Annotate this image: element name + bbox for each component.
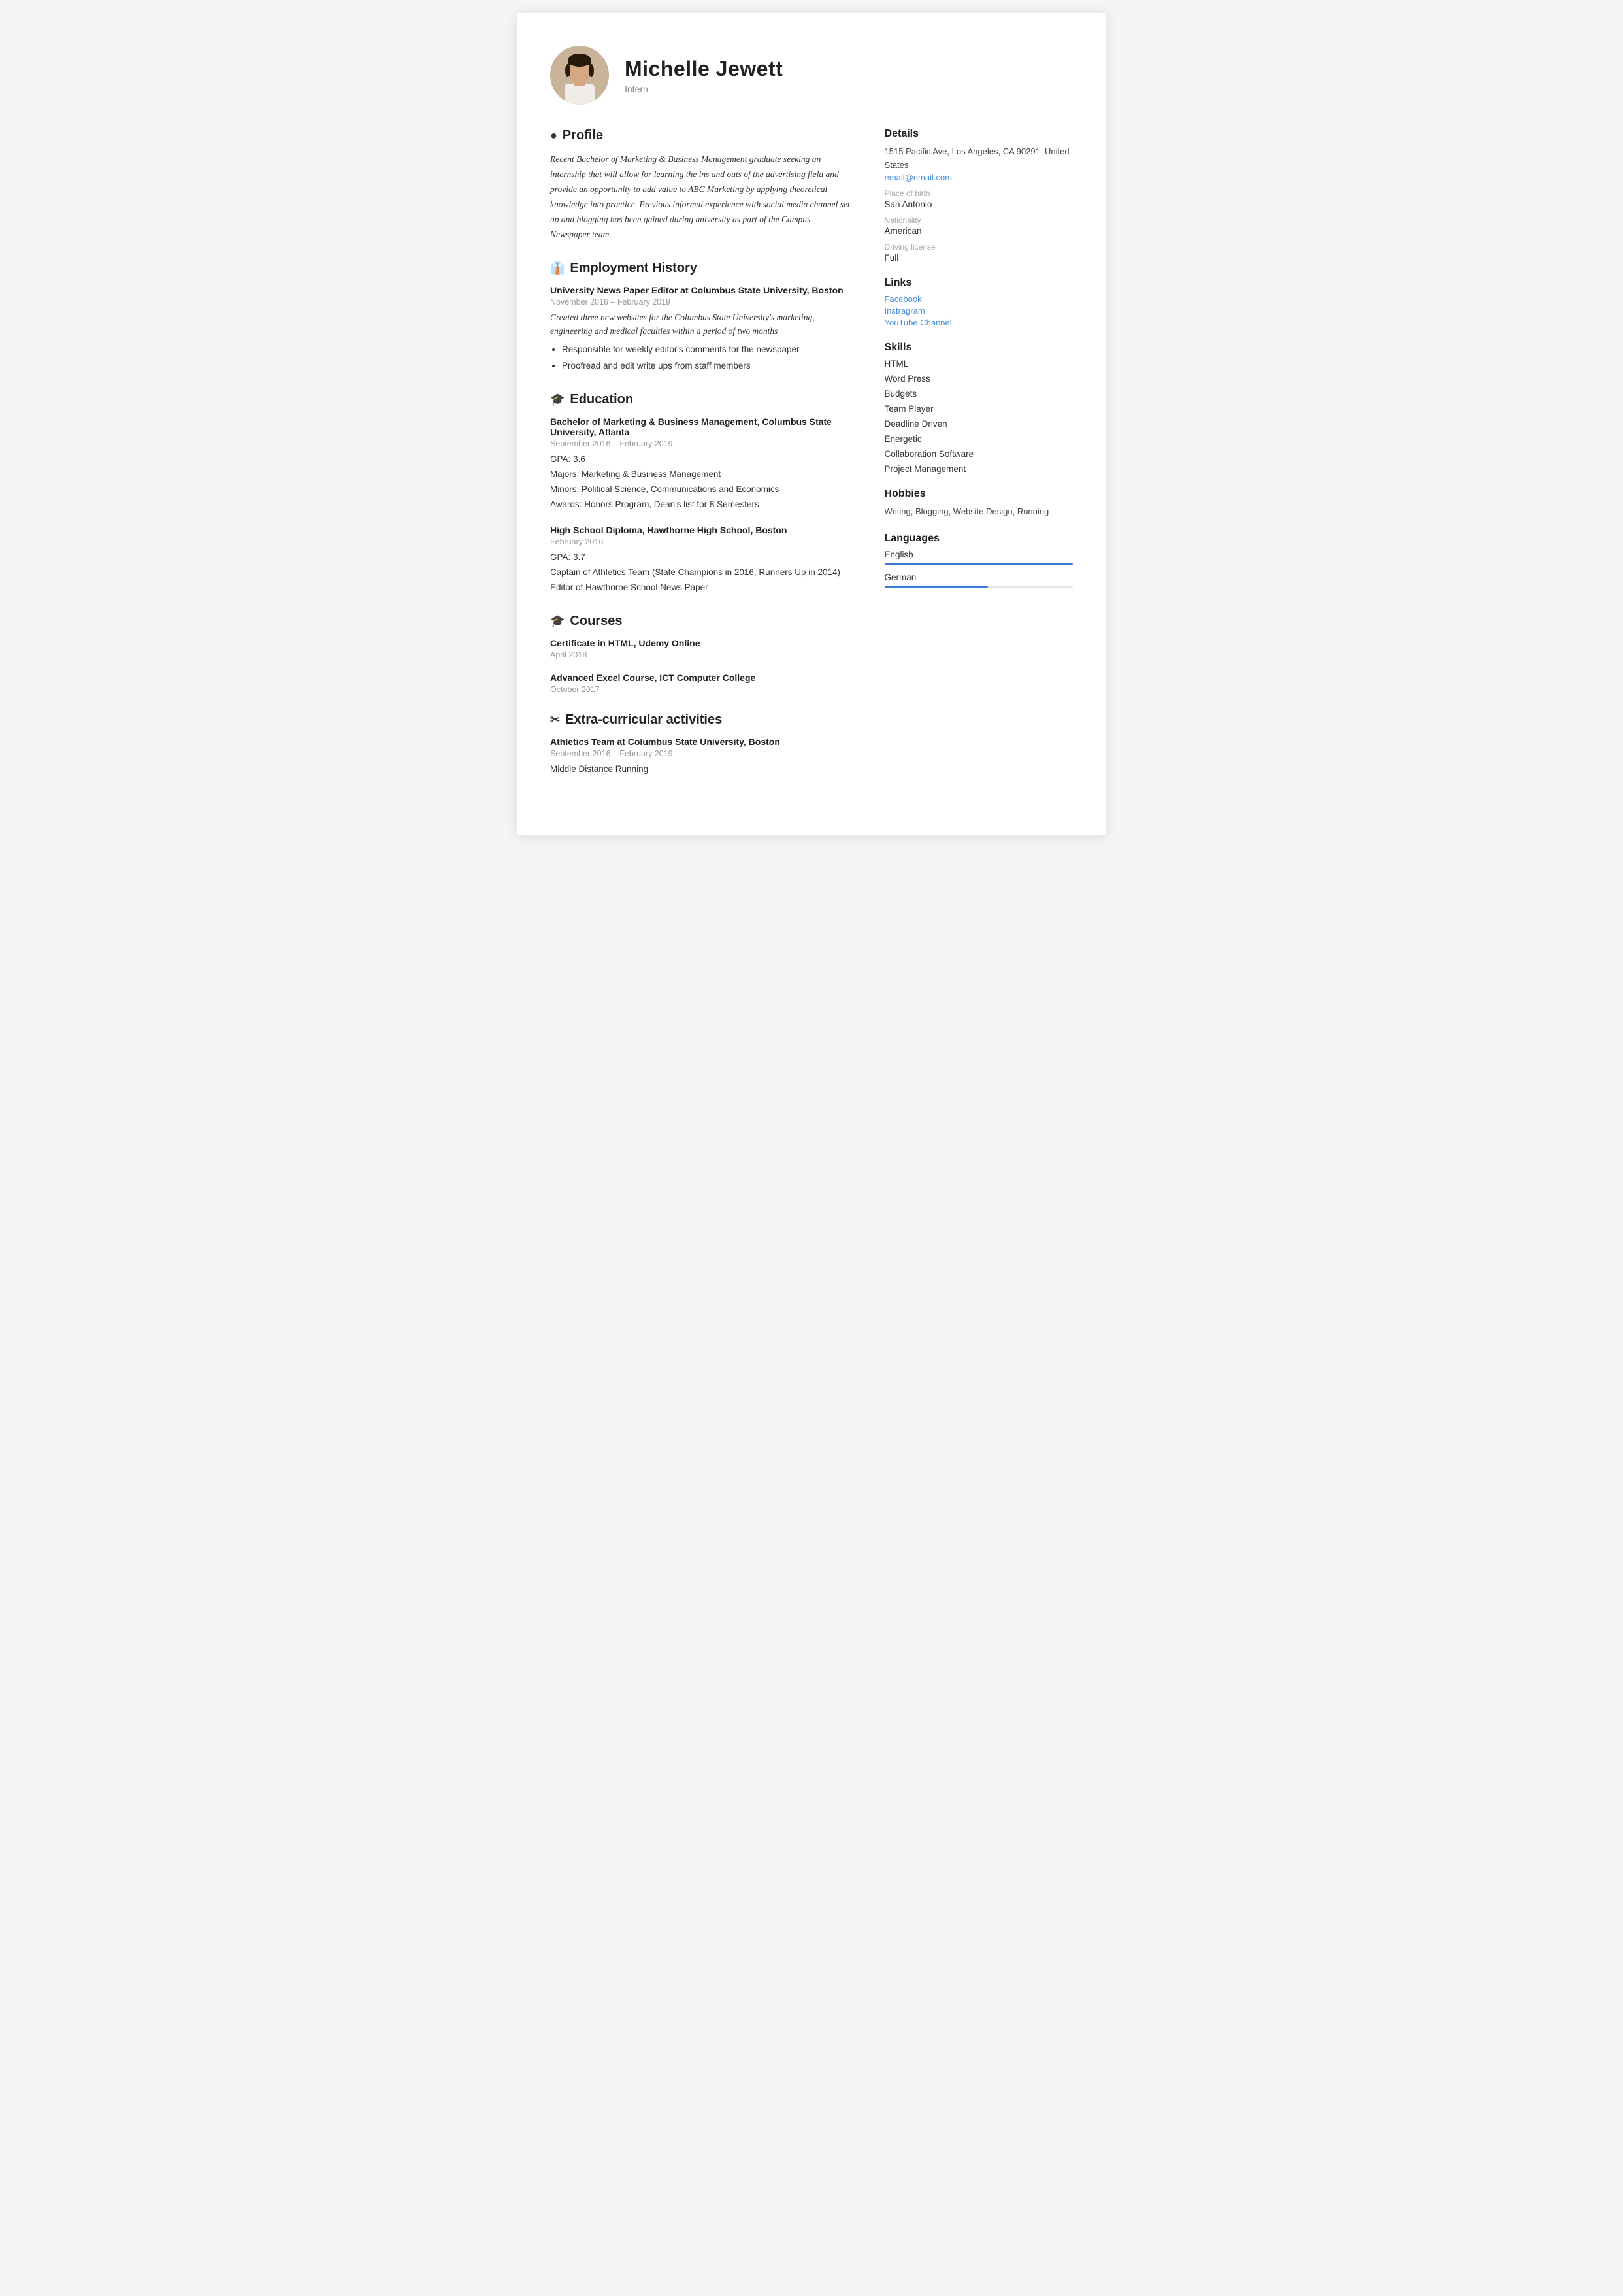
extracurricular-heading: ✂ Extra-curricular activities [550,712,852,727]
link-instagram[interactable]: Instragram [885,306,1073,316]
skills-heading: Skills [885,342,1073,354]
extra-title-0: Athletics Team at Columbus State Univers… [550,737,852,747]
language-name-0: English [885,550,1073,559]
place-of-birth-label: Place of birth [885,189,1073,198]
bullet-item: Responsible for weekly editor's comments… [562,342,852,358]
skill-7: Project Management [885,464,1073,474]
edu-detail-1-2: Editor of Hawthorne School News Paper [550,580,852,595]
language-0: English [885,550,1073,565]
right-column: Details 1515 Pacific Ave, Los Angeles, C… [885,128,1073,795]
skills-section: Skills HTML Word Press Budgets Team Play… [885,342,1073,474]
language-bar-bg-1 [885,586,1073,588]
driving-license: Full [885,253,1073,263]
place-of-birth: San Antonio [885,199,1073,209]
course-title-0: Certificate in HTML, Udemy Online [550,638,852,648]
profile-section: ● Profile Recent Bachelor of Marketing &… [550,128,852,242]
course-item-0: Certificate in HTML, Udemy Online April … [550,638,852,659]
courses-heading: 🎓 Courses [550,614,852,629]
edu-detail-0-3: Awards: Honors Program, Dean's list for … [550,497,852,512]
extracurricular-icon: ✂ [550,713,560,727]
employment-item-0: University News Paper Editor at Columbus… [550,285,852,374]
header-text: Michelle Jewett Intern [625,57,783,94]
bullet-item: Proofread and edit write ups from staff … [562,359,852,374]
skill-3: Team Player [885,404,1073,414]
course-date-1: October 2017 [550,685,852,694]
language-bar-bg-0 [885,563,1073,565]
nationality: American [885,226,1073,236]
education-icon: 🎓 [550,393,565,407]
employment-section: 👔 Employment History University News Pap… [550,261,852,374]
edu-title-1: High School Diploma, Hawthorne High Scho… [550,525,852,535]
employment-icon: 👔 [550,261,565,275]
skill-6: Collaboration Software [885,449,1073,459]
employment-heading: 👔 Employment History [550,261,852,276]
language-name-1: German [885,573,1073,582]
left-column: ● Profile Recent Bachelor of Marketing &… [550,128,852,795]
edu-date-0: September 2016 – February 2019 [550,439,852,448]
extra-date-0: September 2016 – February 2019 [550,749,852,758]
languages-heading: Languages [885,533,1073,544]
education-section: 🎓 Education Bachelor of Marketing & Busi… [550,392,852,596]
skill-5: Energetic [885,434,1073,444]
extra-detail-0-0: Middle Distance Running [550,762,852,777]
full-name: Michelle Jewett [625,57,783,81]
profile-icon: ● [550,129,557,142]
link-facebook[interactable]: Facebook [885,294,1073,304]
edu-date-1: February 2016 [550,537,852,546]
edu-detail-0-2: Minors: Political Science, Communication… [550,482,852,497]
employment-desc-0: Created three new websites for the Colum… [550,310,852,339]
email[interactable]: email@email.com [885,173,1073,182]
extracurricular-section: ✂ Extra-curricular activities Athletics … [550,712,852,777]
edu-detail-0-0: GPA: 3.6 [550,452,852,467]
courses-icon: 🎓 [550,614,565,628]
links-section: Links Facebook Instragram YouTube Channe… [885,277,1073,327]
course-title-1: Advanced Excel Course, ICT Computer Coll… [550,673,852,683]
details-heading: Details [885,128,1073,140]
edu-detail-1-1: Captain of Athletics Team (State Champio… [550,565,852,580]
details-section: Details 1515 Pacific Ave, Los Angeles, C… [885,128,1073,263]
job-title: Intern [625,84,783,94]
skill-0: HTML [885,359,1073,369]
education-heading: 🎓 Education [550,392,852,407]
hobbies-text: Writing, Blogging, Website Design, Runni… [885,505,1073,519]
skill-1: Word Press [885,374,1073,384]
extra-item-0: Athletics Team at Columbus State Univers… [550,737,852,777]
avatar [550,46,609,105]
education-item-1: High School Diploma, Hawthorne High Scho… [550,525,852,595]
hobbies-heading: Hobbies [885,488,1073,500]
body-layout: ● Profile Recent Bachelor of Marketing &… [550,128,1073,795]
courses-section: 🎓 Courses Certificate in HTML, Udemy Onl… [550,614,852,694]
employment-bullets-0: Responsible for weekly editor's comments… [562,342,852,374]
profile-heading: ● Profile [550,128,852,143]
skill-4: Deadline Driven [885,419,1073,429]
employment-title-0: University News Paper Editor at Columbus… [550,285,852,295]
course-date-0: April 2018 [550,650,852,659]
course-item-1: Advanced Excel Course, ICT Computer Coll… [550,673,852,694]
link-youtube[interactable]: YouTube Channel [885,318,1073,327]
edu-detail-1-0: GPA: 3.7 [550,550,852,565]
language-bar-fill-0 [885,563,1073,565]
language-1: German [885,573,1073,588]
language-bar-fill-1 [885,586,989,588]
driving-license-label: Driving license [885,242,1073,252]
resume-container: Michelle Jewett Intern ● Profile Recent … [517,13,1106,835]
hobbies-section: Hobbies Writing, Blogging, Website Desig… [885,488,1073,519]
employment-date-0: November 2016 – February 2019 [550,297,852,307]
nationality-label: Nationality [885,216,1073,225]
address: 1515 Pacific Ave, Los Angeles, CA 90291,… [885,145,1073,173]
education-item-0: Bachelor of Marketing & Business Managem… [550,416,852,512]
skill-2: Budgets [885,389,1073,399]
edu-detail-0-1: Majors: Marketing & Business Management [550,467,852,482]
profile-text: Recent Bachelor of Marketing & Business … [550,152,852,242]
edu-title-0: Bachelor of Marketing & Business Managem… [550,416,852,437]
header: Michelle Jewett Intern [550,46,1073,105]
links-heading: Links [885,277,1073,289]
languages-section: Languages English German [885,533,1073,588]
